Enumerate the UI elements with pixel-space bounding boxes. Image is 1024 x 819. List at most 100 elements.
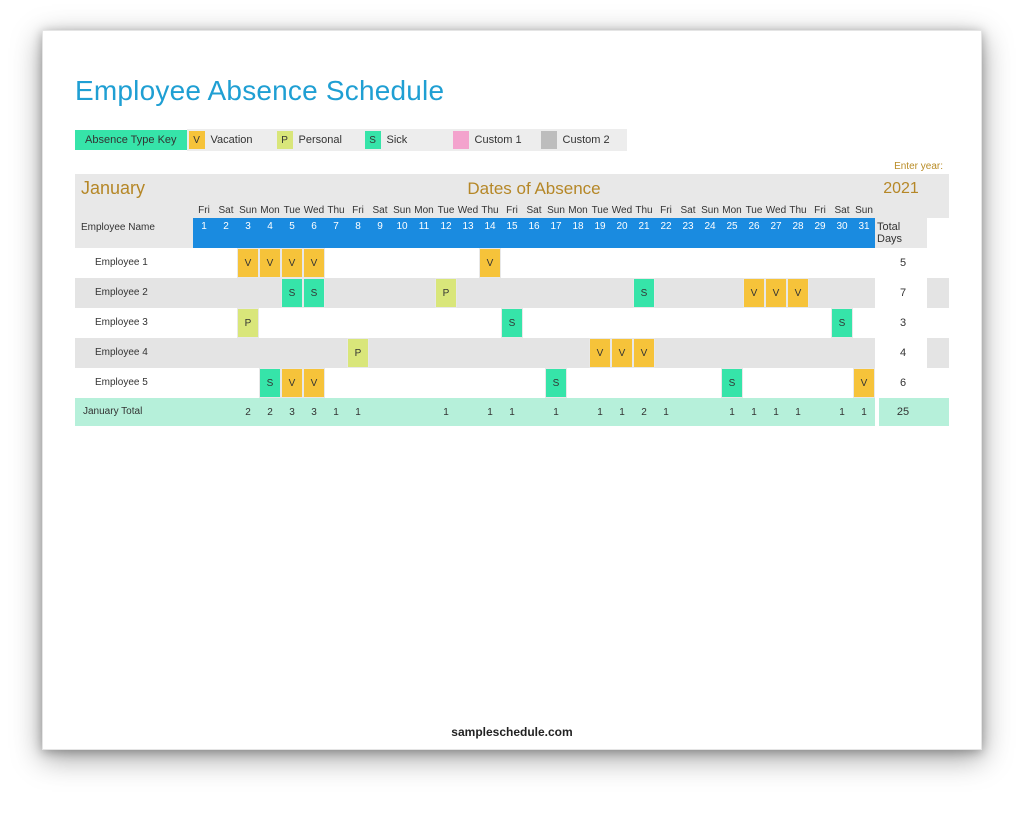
absence-cell[interactable]	[721, 308, 743, 338]
absence-cell[interactable]	[699, 338, 721, 368]
absence-cell[interactable]	[193, 338, 215, 368]
absence-cell[interactable]	[809, 248, 831, 278]
absence-cell[interactable]	[369, 248, 391, 278]
absence-cell[interactable]	[215, 368, 237, 398]
absence-cell[interactable]: V	[479, 248, 501, 278]
absence-cell[interactable]	[809, 308, 831, 338]
absence-cell[interactable]	[655, 368, 677, 398]
absence-cell[interactable]	[215, 278, 237, 308]
absence-cell[interactable]	[743, 308, 765, 338]
absence-cell[interactable]	[787, 248, 809, 278]
absence-cell[interactable]	[743, 338, 765, 368]
absence-cell[interactable]	[567, 248, 589, 278]
absence-cell[interactable]	[259, 278, 281, 308]
absence-cell[interactable]: S	[501, 308, 523, 338]
absence-cell[interactable]: V	[259, 248, 281, 278]
absence-cell[interactable]	[215, 248, 237, 278]
absence-cell[interactable]	[523, 248, 545, 278]
absence-cell[interactable]	[677, 338, 699, 368]
absence-cell[interactable]	[699, 278, 721, 308]
absence-cell[interactable]	[677, 308, 699, 338]
absence-cell[interactable]	[589, 368, 611, 398]
absence-cell[interactable]	[501, 248, 523, 278]
absence-cell[interactable]	[369, 278, 391, 308]
absence-cell[interactable]	[831, 248, 853, 278]
absence-cell[interactable]	[787, 338, 809, 368]
absence-cell[interactable]	[655, 338, 677, 368]
absence-cell[interactable]	[567, 338, 589, 368]
absence-cell[interactable]: S	[633, 278, 655, 308]
absence-cell[interactable]	[347, 308, 369, 338]
absence-cell[interactable]	[655, 278, 677, 308]
absence-cell[interactable]	[325, 308, 347, 338]
absence-cell[interactable]	[193, 368, 215, 398]
absence-cell[interactable]	[699, 248, 721, 278]
absence-cell[interactable]	[413, 368, 435, 398]
absence-cell[interactable]	[853, 278, 875, 308]
absence-cell[interactable]	[237, 278, 259, 308]
absence-cell[interactable]	[391, 338, 413, 368]
absence-cell[interactable]: P	[435, 278, 457, 308]
absence-cell[interactable]	[655, 248, 677, 278]
absence-cell[interactable]	[721, 248, 743, 278]
absence-cell[interactable]	[853, 248, 875, 278]
absence-cell[interactable]	[193, 248, 215, 278]
absence-cell[interactable]	[413, 248, 435, 278]
absence-cell[interactable]	[391, 368, 413, 398]
absence-cell[interactable]	[501, 338, 523, 368]
absence-cell[interactable]	[413, 278, 435, 308]
absence-cell[interactable]	[457, 338, 479, 368]
absence-cell[interactable]	[215, 308, 237, 338]
absence-cell[interactable]: V	[589, 338, 611, 368]
absence-cell[interactable]	[391, 278, 413, 308]
absence-cell[interactable]	[765, 248, 787, 278]
absence-cell[interactable]: V	[765, 278, 787, 308]
absence-cell[interactable]	[765, 308, 787, 338]
absence-cell[interactable]: S	[259, 368, 281, 398]
absence-cell[interactable]	[567, 308, 589, 338]
absence-cell[interactable]	[457, 248, 479, 278]
absence-cell[interactable]: V	[281, 248, 303, 278]
absence-cell[interactable]	[369, 308, 391, 338]
absence-cell[interactable]	[611, 308, 633, 338]
absence-cell[interactable]	[281, 338, 303, 368]
absence-cell[interactable]	[699, 368, 721, 398]
absence-cell[interactable]	[193, 278, 215, 308]
absence-cell[interactable]	[501, 278, 523, 308]
absence-cell[interactable]	[369, 368, 391, 398]
absence-cell[interactable]	[435, 248, 457, 278]
absence-cell[interactable]	[413, 338, 435, 368]
absence-cell[interactable]	[589, 278, 611, 308]
absence-cell[interactable]	[545, 278, 567, 308]
absence-cell[interactable]	[831, 338, 853, 368]
absence-cell[interactable]	[391, 248, 413, 278]
absence-cell[interactable]	[567, 368, 589, 398]
absence-cell[interactable]	[435, 368, 457, 398]
absence-cell[interactable]	[545, 308, 567, 338]
absence-cell[interactable]: V	[611, 338, 633, 368]
absence-cell[interactable]	[259, 338, 281, 368]
absence-cell[interactable]: P	[237, 308, 259, 338]
absence-cell[interactable]: V	[787, 278, 809, 308]
absence-cell[interactable]	[743, 368, 765, 398]
absence-cell[interactable]	[347, 248, 369, 278]
absence-cell[interactable]	[677, 248, 699, 278]
absence-cell[interactable]	[699, 308, 721, 338]
absence-cell[interactable]	[391, 308, 413, 338]
absence-cell[interactable]	[479, 278, 501, 308]
absence-cell[interactable]	[633, 308, 655, 338]
absence-cell[interactable]	[303, 338, 325, 368]
absence-cell[interactable]	[633, 248, 655, 278]
absence-cell[interactable]	[237, 338, 259, 368]
absence-cell[interactable]	[611, 368, 633, 398]
absence-cell[interactable]: V	[633, 338, 655, 368]
absence-cell[interactable]	[809, 278, 831, 308]
absence-cell[interactable]	[325, 278, 347, 308]
year-value[interactable]: 2021	[875, 180, 927, 198]
absence-cell[interactable]	[787, 368, 809, 398]
absence-cell[interactable]: V	[281, 368, 303, 398]
absence-cell[interactable]: P	[347, 338, 369, 368]
absence-cell[interactable]	[853, 308, 875, 338]
absence-cell[interactable]	[765, 368, 787, 398]
absence-cell[interactable]	[457, 368, 479, 398]
